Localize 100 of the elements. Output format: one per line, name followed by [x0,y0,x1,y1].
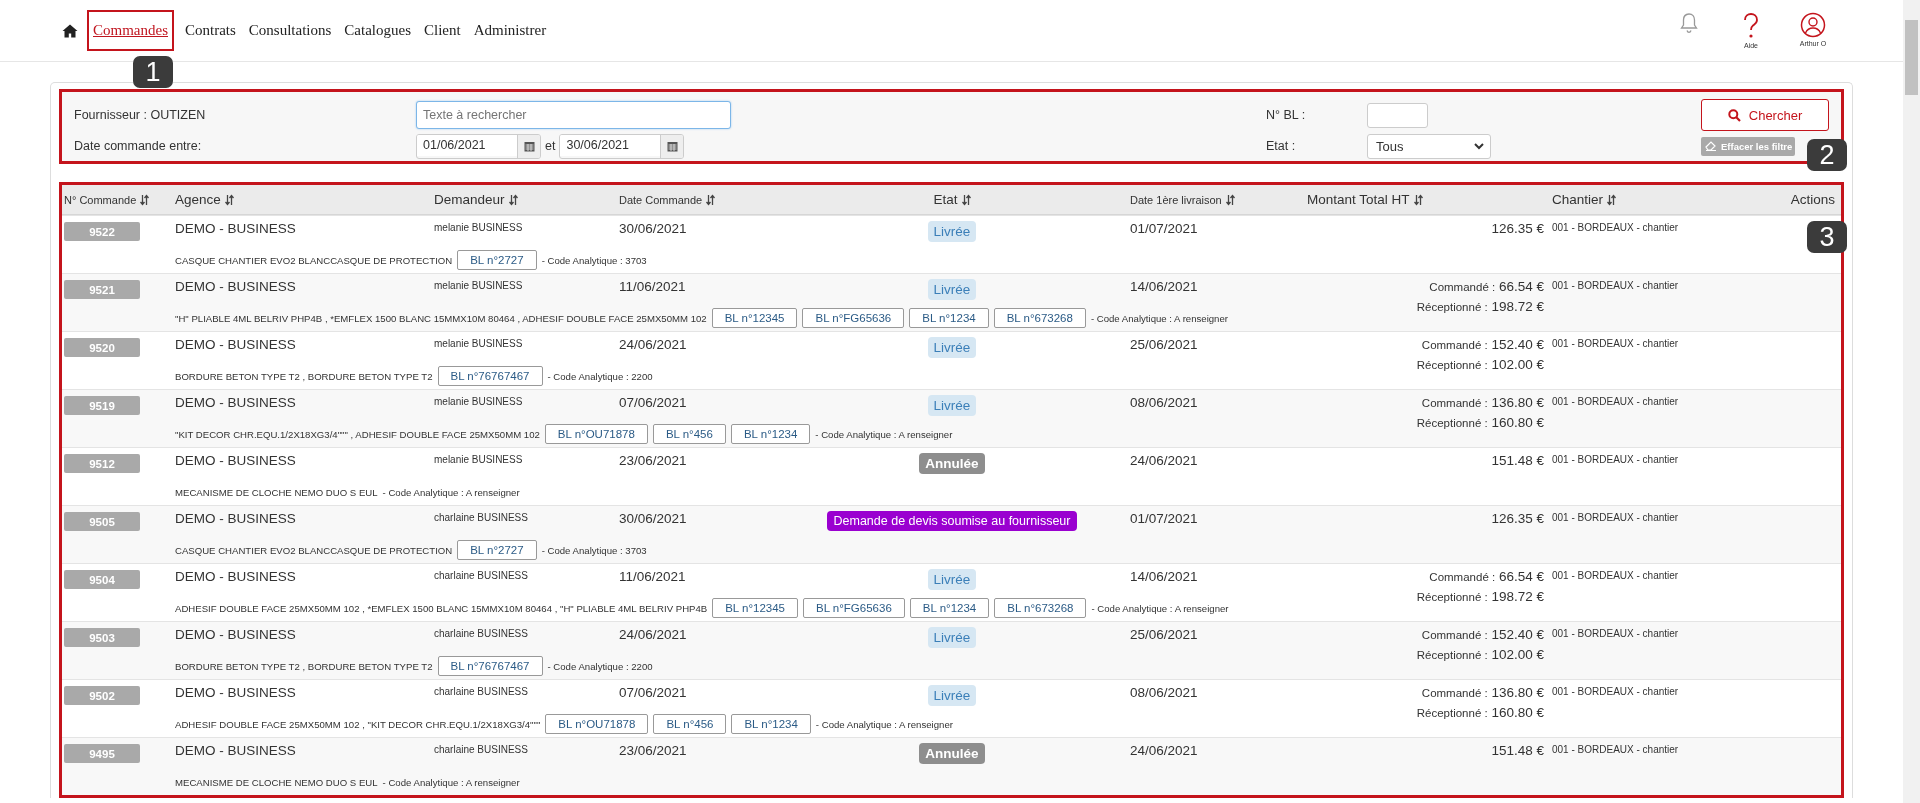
delivery-note-button[interactable]: BL n°1234 [909,598,990,618]
nav-tab[interactable]: Catalogues [342,14,413,47]
sort-icon[interactable] [508,193,518,206]
status-badge: Annulée [919,743,985,764]
sort-icon[interactable] [1225,193,1235,206]
sort-icon[interactable] [706,193,716,206]
column-header[interactable]: Chantier [1552,192,1604,207]
requester-cell-text: melanie BUSINESS [434,337,524,351]
amount-label: Réceptionné : [1416,649,1488,661]
agency-cell-text: DEMO - BUSINESS [175,337,297,354]
delivery-note-button[interactable]: BL n°OU71878 [544,424,648,444]
bl-input-field[interactable] [1367,102,1428,128]
delivery-note-button[interactable]: BL n°12345 [711,308,798,328]
order-date-cell-text: 11/06/2021 [619,569,687,586]
column-header[interactable]: Montant Total HT [1307,192,1410,207]
column-header[interactable]: Agence [175,192,221,207]
delivery-note-button[interactable]: BL n°456 [653,714,727,734]
status-badge: Livrée [927,279,977,300]
column-header[interactable]: Actions [1790,192,1835,207]
nav-tab[interactable]: Commandes [87,10,174,51]
order-date-cell-text: 23/06/2021 [619,453,688,470]
delivery-note-button[interactable]: BL n°673268 [993,308,1086,328]
status-badge: Annulée [919,453,985,474]
requester-cell-text: melanie BUSINESS [434,279,524,293]
amount-value: 152.40 € [1491,627,1544,642]
amount-label: Commandé : [1421,687,1488,699]
delivery-date-cell-text: 25/06/2021 [1130,627,1199,644]
sort-icon[interactable] [961,193,971,206]
column-header[interactable]: Demandeur [434,192,505,207]
sort-icon[interactable] [1607,193,1617,206]
requester-cell-text: melanie BUSINESS [434,453,524,467]
site-cell-text: 001 - BORDEAUX - chantier [1551,279,1680,293]
analytic-code-text: - Code Analytique : 2200 [547,660,653,672]
delivery-note-button[interactable]: BL n°456 [652,424,726,444]
amount-value: 198.72 € [1491,589,1544,604]
agency-cell-text: DEMO - BUSINESS [175,221,297,238]
help-icon[interactable] [1741,12,1761,40]
nav-tab[interactable]: Contrats [183,14,238,47]
amount-value: 152.40 € [1491,337,1544,352]
delivery-note-button[interactable]: BL n°2727 [457,540,537,560]
delivery-note-button[interactable]: BL n°76767467 [437,656,543,676]
home-icon[interactable] [62,23,78,38]
date-field[interactable]: 01/06/2021 [416,133,541,159]
agency-cell-text: DEMO - BUSINESS [175,627,297,644]
bl-label: N° BL : [1266,108,1307,122]
delivery-note-button[interactable]: BL n°1234 [909,308,989,328]
analytic-code-text: - Code Analytique : A renseigner [382,776,520,788]
nav-tab[interactable]: Consultations [246,14,334,47]
bell-icon[interactable] [1679,12,1699,34]
requester-cell-text: charlaine BUSINESS [434,569,529,583]
status-badge: Livrée [927,627,977,648]
order-date-cell-text: 07/06/2021 [619,395,688,412]
agency-cell-text: DEMO - BUSINESS [175,453,297,470]
amount-cell: 151.48 € [1491,743,1544,758]
column-header[interactable]: N° Commande [64,193,137,206]
delivery-note-button[interactable]: BL n°FG65636 [802,308,905,328]
delivery-note-button[interactable]: BL n°2727 [457,250,537,270]
site-cell-text: 001 - BORDEAUX - chantier [1551,569,1680,583]
delivery-date-cell-text: 08/06/2021 [1130,685,1199,702]
requester-cell-text: charlaine BUSINESS [434,743,529,757]
site-cell-text: 001 - BORDEAUX - chantier [1551,627,1680,641]
chevron-down-icon [1474,142,1484,150]
products-text: BORDURE BETON TYPE T2 , BORDURE BETON TYPE T2 [175,370,433,382]
search-field[interactable]: Texte à rechercher [416,101,731,129]
delivery-note-button[interactable]: BL n°1234 [730,424,811,444]
amount-label: Réceptionné : [1416,591,1488,603]
site-cell-text: 001 - BORDEAUX - chantier [1551,221,1680,235]
status-badge: Livrée [927,221,977,242]
delivery-note-button[interactable]: BL n°1234 [731,714,811,734]
sort-icon[interactable] [140,193,150,206]
amount-label: Commandé : [1429,281,1496,293]
delivery-note-button[interactable]: BL n°12345 [712,598,798,618]
requester-cell-text: charlaine BUSINESS [434,685,529,699]
scrollbar[interactable] [1905,20,1918,95]
products-text: MECANISME DE CLOCHE NEMO DUO S EUL [175,486,378,498]
column-header[interactable]: Etat [933,192,958,207]
column-header[interactable]: Date Commande [619,193,703,206]
search-button[interactable]: Chercher [1701,99,1829,131]
delivery-date-cell-text: 14/06/2021 [1130,279,1199,296]
order-date-cell-text: 07/06/2021 [619,685,688,702]
products-text: "KIT DECOR CHR.EQU.1/2X18XG3/4""" , ADHESIF DOUBLE FACE 25MX50MM 102 [175,428,540,440]
delivery-note-button[interactable]: BL n°76767467 [437,366,543,386]
delivery-note-button[interactable]: BL n°FG65636 [803,598,905,618]
state-select[interactable]: Tous [1367,133,1491,159]
amount-value: 102.00 € [1491,357,1544,372]
delivery-note-button[interactable]: BL n°OU71878 [545,714,649,734]
agency-cell-text: DEMO - BUSINESS [175,511,297,528]
column-header[interactable]: Date 1ère livraison [1130,193,1222,206]
calendar-icon[interactable] [523,140,535,152]
amount-label: Commandé : [1421,629,1488,641]
nav-tab[interactable]: Client [422,14,463,47]
date-field[interactable]: 30/06/2021 [559,133,685,159]
sort-icon[interactable] [1413,193,1423,206]
amount-label: Commandé : [1429,571,1496,583]
user-icon[interactable] [1800,12,1826,38]
sort-icon[interactable] [224,193,234,206]
site-cell-text: 001 - BORDEAUX - chantier [1551,511,1680,525]
delivery-note-button[interactable]: BL n°673268 [994,598,1087,618]
calendar-icon[interactable] [666,140,678,152]
nav-tab[interactable]: Administrer [471,14,549,47]
